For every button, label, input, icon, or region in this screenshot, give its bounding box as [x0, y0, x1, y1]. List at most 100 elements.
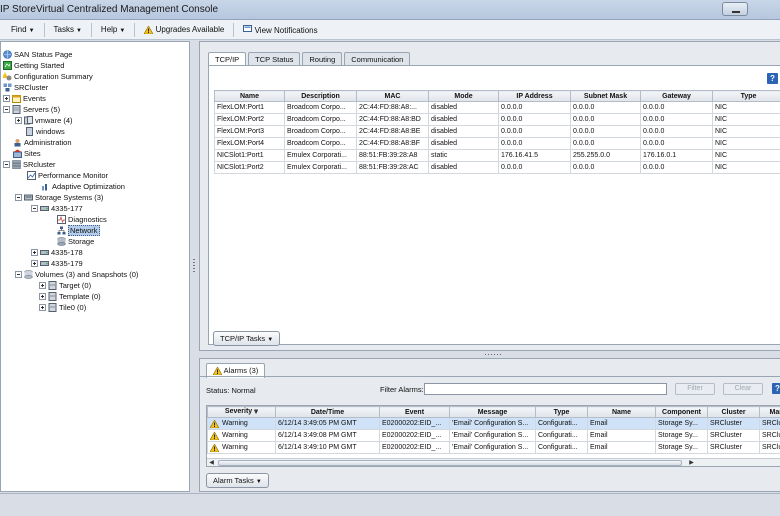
- tree-item-vmware[interactable]: vmware (4): [15, 115, 73, 126]
- collapse-icon[interactable]: [3, 161, 10, 168]
- tree-item-configuration-summary[interactable]: Configuration Summary: [2, 71, 93, 82]
- tree-item-network[interactable]: Network: [57, 225, 100, 236]
- table-cell: SRCluster: [707, 429, 760, 442]
- column-header[interactable]: Name: [587, 406, 656, 418]
- tree-item-windows[interactable]: windows: [25, 126, 65, 137]
- table-row[interactable]: NICSlot1:Port1 Emulex Corporati... 88:51:F…: [214, 149, 780, 162]
- alarm-row[interactable]: Warning 6/12/14 3:49:10 PM GMT E02000202:E…: [207, 441, 780, 454]
- clear-button[interactable]: Clear: [723, 383, 763, 395]
- help-icon[interactable]: ?: [767, 73, 778, 84]
- table-row[interactable]: FlexLOM:Port3 Broadcom Corpo... 2C:44:FD:8…: [214, 125, 780, 138]
- tree-item-servers[interactable]: Servers (5): [3, 104, 60, 115]
- scroll-right-icon[interactable]: ▶: [687, 459, 696, 466]
- table-cell: 0.0.0.0: [570, 137, 641, 150]
- help-icon[interactable]: ?: [772, 383, 780, 394]
- horizontal-splitter[interactable]: [199, 351, 780, 358]
- column-header[interactable]: Date/Time: [275, 406, 380, 418]
- column-header[interactable]: Message: [449, 406, 536, 418]
- tree-item-template[interactable]: Template (0): [39, 291, 101, 302]
- filter-alarms-input[interactable]: [424, 383, 667, 395]
- collapse-icon[interactable]: [31, 205, 38, 212]
- column-header-label: Date/Time: [310, 408, 345, 416]
- tree-item-san-status-page[interactable]: SAN Status Page: [3, 49, 72, 60]
- tree-item-srcluster-group[interactable]: SRCluster: [3, 82, 48, 93]
- menu-find[interactable]: Find ▼: [8, 23, 38, 36]
- menu-tasks[interactable]: Tasks ▼: [51, 23, 85, 36]
- expand-icon[interactable]: [39, 304, 46, 311]
- column-header[interactable]: Description: [284, 90, 357, 102]
- table-row[interactable]: FlexLOM:Port1 Broadcom Corpo... 2C:44:FD:8…: [214, 101, 780, 114]
- tree-item-administration[interactable]: Administration: [13, 137, 72, 148]
- scroll-left-icon[interactable]: ◀: [207, 459, 216, 466]
- table-row[interactable]: FlexLOM:Port2 Broadcom Corpo... 2C:44:FD:8…: [214, 113, 780, 126]
- expand-icon[interactable]: [31, 249, 38, 256]
- table-cell: FlexLOM:Port3: [214, 125, 285, 138]
- collapse-icon[interactable]: [3, 106, 10, 113]
- column-header[interactable]: Mana: [759, 406, 780, 418]
- table-row[interactable]: NICSlot1:Port2 Emulex Corporati... 88:51:F…: [214, 161, 780, 174]
- column-header[interactable]: Gateway: [640, 90, 713, 102]
- storage-node-icon: [40, 248, 49, 257]
- table-cell: 2C:44:FD:88:A8:BD: [356, 113, 429, 126]
- table-cell: Warning: [207, 417, 276, 430]
- tree-item-srcluster[interactable]: SRcluster: [3, 159, 56, 170]
- table-cell: 0.0.0.0: [570, 125, 641, 138]
- vertical-splitter[interactable]: [190, 41, 198, 492]
- filter-button[interactable]: Filter: [675, 383, 715, 395]
- column-header[interactable]: Mode: [428, 90, 499, 102]
- tree-item-adaptive-optimization[interactable]: Adaptive Optimization: [41, 181, 125, 192]
- expand-icon[interactable]: [15, 117, 22, 124]
- collapse-icon[interactable]: [15, 194, 22, 201]
- performance-icon: [27, 171, 36, 180]
- alarm-row[interactable]: Warning 6/12/14 3:49:08 PM GMT E02000202:E…: [207, 429, 780, 442]
- tree-item-sites[interactable]: Sites: [13, 148, 41, 159]
- server-icon: [25, 127, 34, 136]
- column-header[interactable]: MAC: [356, 90, 429, 102]
- expand-icon[interactable]: [39, 293, 46, 300]
- tree-item-diagnostics[interactable]: Diagnostics: [57, 214, 107, 225]
- severity-label: Warning: [222, 432, 248, 440]
- column-header[interactable]: Type: [535, 406, 588, 418]
- column-header-label: Component: [662, 408, 701, 416]
- table-row[interactable]: FlexLOM:Port4 Broadcom Corpo... 2C:44:FD:8…: [214, 137, 780, 150]
- table-cell: 0.0.0.0: [498, 125, 571, 138]
- tree-item-performance-monitor[interactable]: Performance Monitor: [27, 170, 108, 181]
- tree-item-target[interactable]: Target (0): [39, 280, 91, 291]
- menu-help[interactable]: Help ▼: [98, 23, 128, 36]
- expand-icon[interactable]: [3, 95, 10, 102]
- column-header[interactable]: Name: [214, 90, 285, 102]
- tree-item-events[interactable]: Events: [3, 93, 46, 104]
- tree-item-4335-178[interactable]: 4335-178: [31, 247, 83, 258]
- column-header[interactable]: Severity ⩔: [207, 406, 276, 418]
- upgrades-available-button[interactable]: Upgrades Available: [141, 23, 227, 36]
- horizontal-scrollbar[interactable]: ◀ ▶: [207, 458, 780, 466]
- table-cell: Emulex Corporati...: [284, 149, 357, 162]
- tree-item-4335-177[interactable]: 4335-177: [31, 203, 83, 214]
- expand-icon[interactable]: [39, 282, 46, 289]
- tree-item-4335-179[interactable]: 4335-179: [31, 258, 83, 269]
- column-header[interactable]: Subnet Mask: [570, 90, 641, 102]
- alarm-tasks-button[interactable]: Alarm Tasks ▼: [206, 473, 269, 488]
- view-notifications-button[interactable]: View Notifications: [240, 22, 320, 37]
- column-header[interactable]: IP Address: [498, 90, 571, 102]
- column-header[interactable]: Component: [655, 406, 708, 418]
- tree-item-volumes-snapshots[interactable]: Volumes (3) and Snapshots (0): [15, 269, 138, 280]
- collapse-icon[interactable]: [15, 271, 22, 278]
- tcpip-tasks-button[interactable]: TCP/IP Tasks ▼: [213, 331, 281, 346]
- minimize-button[interactable]: [722, 2, 748, 16]
- tree-item-storage[interactable]: Storage: [57, 236, 94, 247]
- sites-icon: [13, 149, 22, 158]
- tree-item-storage-systems[interactable]: Storage Systems (3): [15, 192, 103, 203]
- table-cell: Broadcom Corpo...: [284, 137, 357, 150]
- column-header-label: Type: [553, 408, 570, 416]
- column-header[interactable]: Event: [379, 406, 450, 418]
- tree-item-getting-started[interactable]: Getting Started: [3, 60, 64, 71]
- tree-item-tile0[interactable]: Tile0 (0): [39, 302, 86, 313]
- column-header[interactable]: Cluster: [707, 406, 760, 418]
- expand-icon[interactable]: [31, 260, 38, 267]
- table-cell: 'Email' Configuration S...: [449, 429, 536, 442]
- diagnostics-icon: [57, 215, 66, 224]
- scrollbar-thumb[interactable]: [218, 460, 682, 466]
- alarm-row[interactable]: Warning 6/12/14 3:49:05 PM GMT E02000202:E…: [207, 417, 780, 430]
- column-header[interactable]: Type: [712, 90, 780, 102]
